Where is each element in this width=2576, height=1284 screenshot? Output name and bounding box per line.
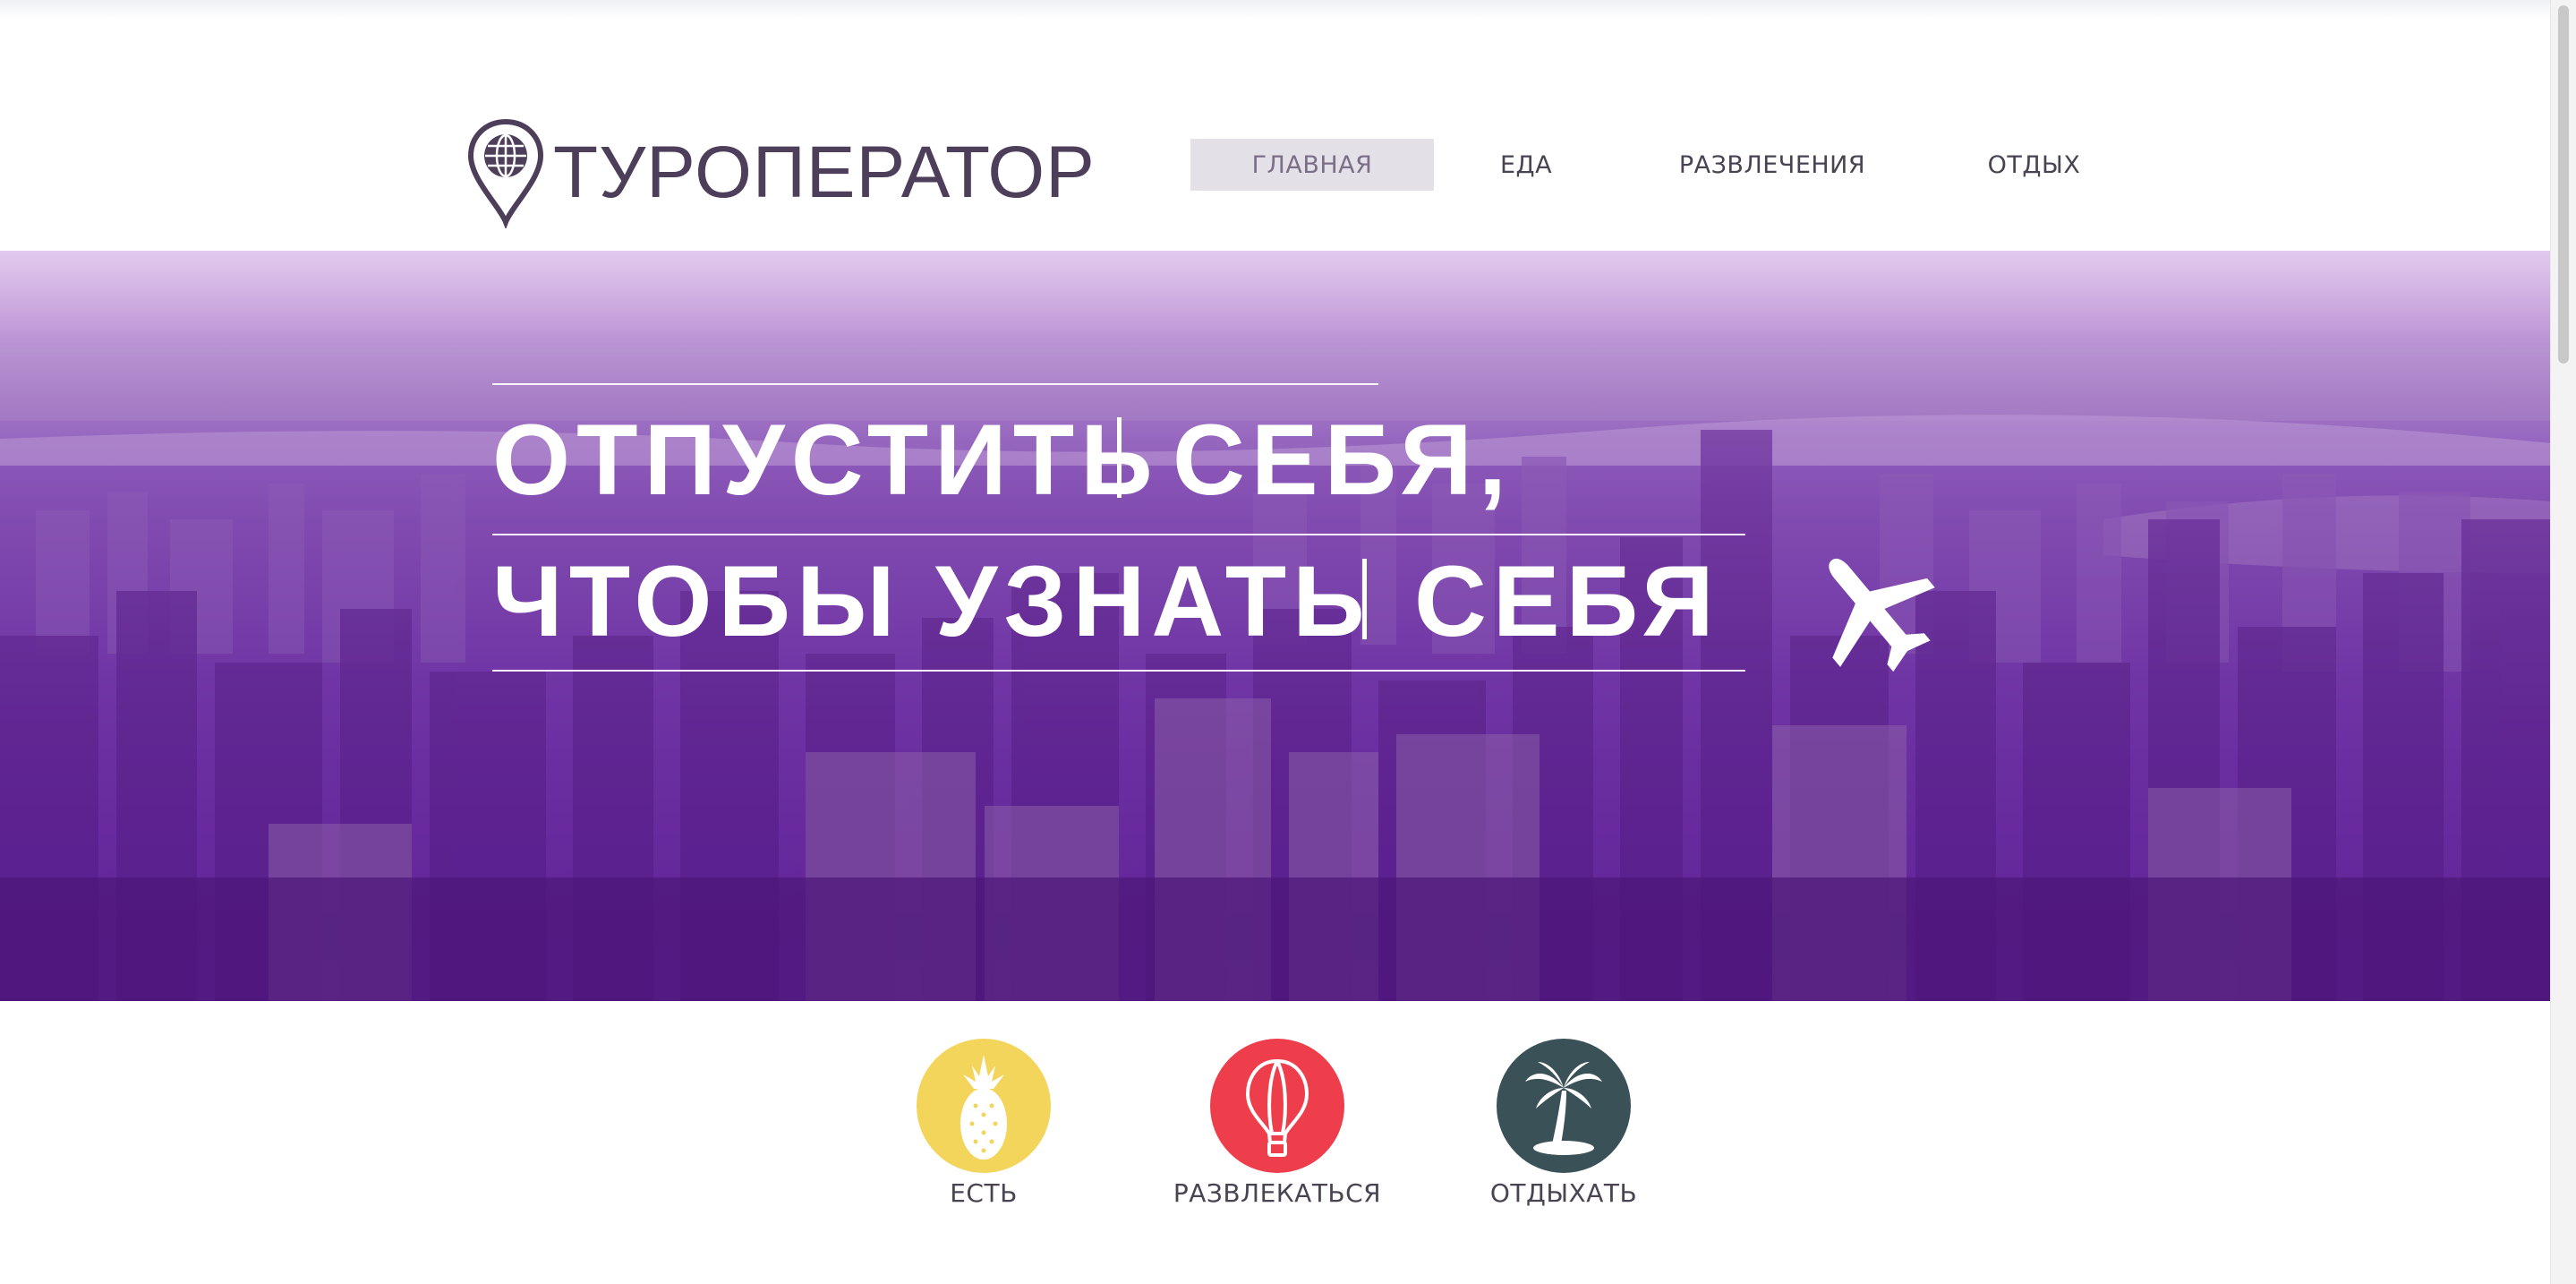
headline-separator (1362, 559, 1367, 639)
headline-rule-middle (492, 534, 1745, 535)
nav-item-entertainment[interactable]: РАЗВЛЕЧЕНИЯ (1665, 139, 1880, 191)
top-shadow (0, 0, 2551, 20)
category-label-relax: ОТДЫХАТЬ (1489, 1178, 1638, 1208)
palm-tree-icon (1497, 1039, 1631, 1173)
headline-separator (1117, 417, 1122, 498)
scrollbar-thumb[interactable] (2558, 5, 2569, 364)
nav-item-rest[interactable]: ОТДЫХ (1969, 139, 2099, 191)
category-entertain[interactable]: РАЗВЛЕКАТЬСЯ (1170, 1039, 1385, 1208)
map-pin-globe-icon (467, 118, 544, 228)
category-label-eat: ЕСТЬ (950, 1178, 1018, 1208)
nav-item-food[interactable]: ЕДА (1468, 139, 1584, 191)
airplane-icon (1829, 558, 1935, 672)
site-logo[interactable]: ТУРОПЕРАТОР (465, 116, 1096, 228)
category-relax[interactable]: ОТДЫХАТЬ (1456, 1039, 1671, 1208)
category-eat[interactable]: ЕСТЬ (876, 1039, 1091, 1208)
headline-line2-part1: ЧТОБЫ УЗНАТЬ (492, 545, 1371, 657)
headline-line1-part2: СЕБЯ, (1173, 404, 1513, 516)
hero-banner: ОТПУСТИТЬ СЕБЯ, ЧТОБЫ УЗНАТЬ СЕБЯ (0, 251, 2551, 1001)
nav-item-home[interactable]: ГЛАВНАЯ (1190, 139, 1434, 191)
category-label-entertain: РАЗВЛЕКАТЬСЯ (1173, 1178, 1382, 1208)
headline-line1-part1: ОТПУСТИТЬ (492, 404, 1159, 516)
hot-air-balloon-icon (1210, 1039, 1344, 1173)
headline-rule-bottom (492, 670, 1745, 672)
headline-rule-top (492, 383, 1378, 385)
brand-name: ТУРОПЕРАТОР (553, 131, 1096, 213)
page-scrollbar[interactable] (2550, 0, 2576, 1284)
headline-line2-part2: СЕБЯ (1414, 545, 1720, 657)
pineapple-icon (917, 1039, 1051, 1173)
